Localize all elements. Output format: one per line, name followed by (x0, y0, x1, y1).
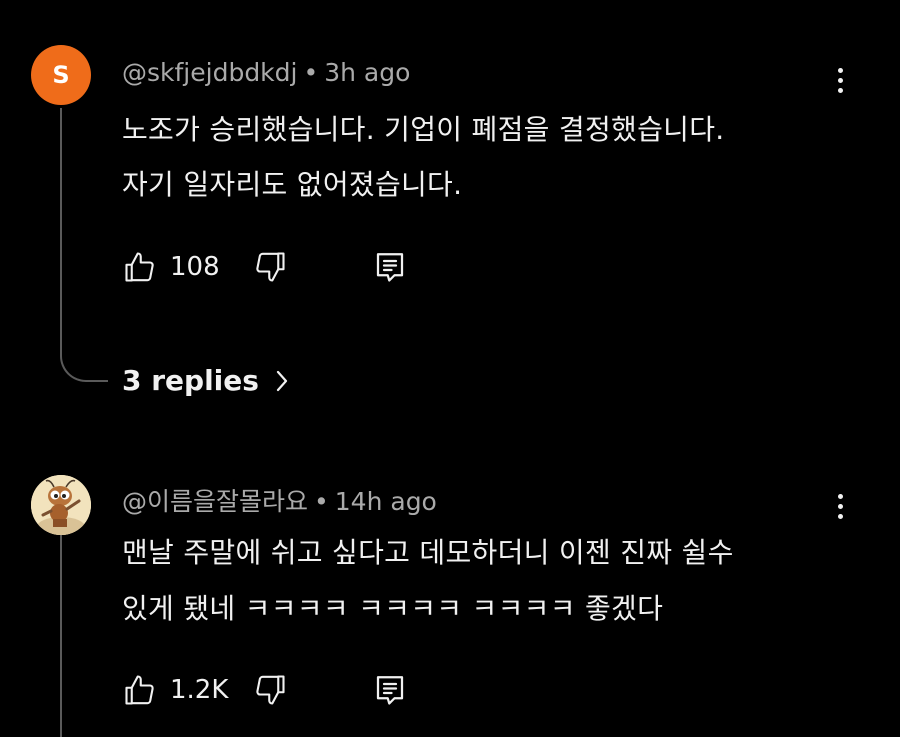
chevron-right-icon (276, 370, 288, 391)
more-vertical-icon (837, 67, 843, 73)
comment-text-line: 맨날 주말에 쉬고 싶다고 데모하더니 이젠 진짜 쉴수 (122, 536, 734, 569)
dislike-button[interactable] (250, 247, 290, 287)
comment-text-line: 자기 일자리도 없어졌습니다. (122, 168, 463, 201)
like-count: 1.2K (170, 675, 229, 705)
dislike-button[interactable] (250, 670, 290, 710)
like-count: 108 (170, 252, 220, 282)
comment-time[interactable]: 3h ago (324, 58, 410, 87)
like-button[interactable] (120, 247, 160, 287)
comment-username[interactable]: @skfjejdbdkdj (122, 58, 297, 87)
meta-separator: • (314, 487, 329, 516)
ant-cartoon-avatar-icon (31, 475, 91, 535)
thumbs-down-icon (256, 252, 285, 282)
reply-button[interactable] (370, 247, 410, 287)
reply-comment-icon (376, 676, 404, 705)
more-options-button[interactable] (830, 60, 850, 100)
comment-actions: 1.2K (120, 670, 410, 710)
comment-time[interactable]: 14h ago (335, 487, 437, 516)
reply-comment-icon (376, 253, 404, 282)
meta-separator: • (303, 58, 319, 87)
thread-curve (60, 332, 108, 382)
comment-meta: @이름을잘몰라요 • 14h ago (122, 482, 437, 518)
like-button[interactable] (120, 670, 160, 710)
avatar-letter: S (52, 61, 70, 89)
comment-meta: @skfjejdbdkdj • 3h ago (122, 58, 410, 87)
replies-label: 3 replies (122, 364, 259, 397)
comment-text-line: 있게 됐네 ㅋㅋㅋㅋ ㅋㅋㅋㅋ ㅋㅋㅋㅋ 좋겠다 (122, 592, 664, 625)
avatar[interactable] (31, 475, 91, 535)
comment-actions: 108 (120, 247, 410, 287)
view-replies-button[interactable]: 3 replies (122, 364, 289, 397)
thumbs-up-icon (125, 252, 154, 282)
more-options-button[interactable] (830, 486, 850, 526)
thread-line (60, 108, 62, 334)
comment-text-line: 노조가 승리했습니다. 기업이 폐점을 결정했습니다. (122, 113, 725, 146)
thumbs-down-icon (256, 675, 285, 705)
avatar[interactable]: S (31, 45, 91, 105)
reply-button[interactable] (370, 670, 410, 710)
thumbs-up-icon (125, 675, 154, 705)
comment-username[interactable]: @이름을잘몰라요 (122, 487, 308, 516)
more-vertical-icon (837, 493, 843, 499)
thread-line (60, 535, 62, 737)
